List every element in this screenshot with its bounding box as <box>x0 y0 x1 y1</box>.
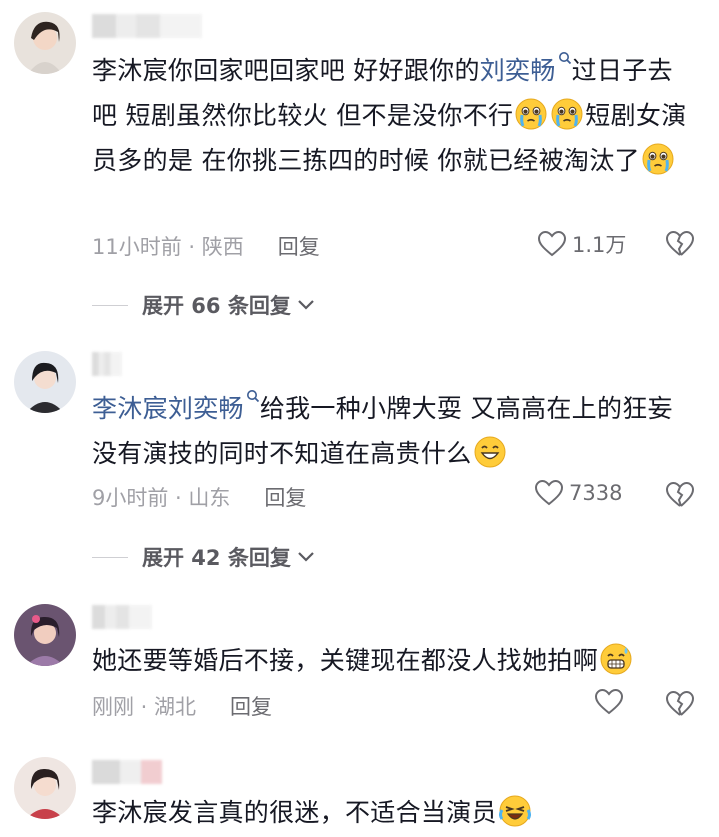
broken-heart-icon[interactable] <box>666 231 694 257</box>
comment-text-segment: 李沐宸发言真的很迷，不适合当演员 <box>92 798 497 827</box>
comment-text: 李沐宸发言真的很迷，不适合当演员 <box>92 790 697 835</box>
expand-replies-button[interactable]: 展开 42 条回复 <box>92 542 315 572</box>
expand-replies-label: 展开 66 条回复 <box>142 294 291 318</box>
comment-text-segment: 她还要等婚后不接，关键现在都没人找她拍啊 <box>92 646 599 675</box>
reply-button[interactable]: 回复 <box>264 486 306 510</box>
broken-heart-icon[interactable] <box>666 482 694 508</box>
divider <box>92 556 128 558</box>
search-icon <box>246 390 259 403</box>
cry-emoji-icon <box>642 143 674 175</box>
heart-outline-icon <box>595 689 623 715</box>
user-mention-link[interactable]: 李沐宸刘奕畅 <box>92 394 244 423</box>
chevron-down-icon <box>298 300 314 310</box>
like-count: 7338 <box>569 481 623 505</box>
timestamp-location: 11小时前 · 陕西 <box>92 235 244 259</box>
search-icon <box>558 52 571 65</box>
broken-heart-icon[interactable] <box>666 691 694 717</box>
like-button[interactable]: 7338 <box>535 480 622 506</box>
user-mention-link[interactable]: 刘奕畅 <box>480 56 556 85</box>
username[interactable] <box>92 760 162 784</box>
like-button[interactable] <box>595 689 623 715</box>
laughcry-emoji-icon <box>498 795 531 827</box>
avatar[interactable] <box>14 12 76 74</box>
comment-text-segment: 李沐宸你回家吧回家吧 好好跟你的 <box>92 56 480 85</box>
avatar[interactable] <box>14 351 76 413</box>
sweat-emoji-icon <box>600 643 632 675</box>
divider <box>92 304 128 306</box>
username[interactable] <box>92 352 122 376</box>
comment-text: 她还要等婚后不接，关键现在都没人找她拍啊 <box>92 638 697 683</box>
username[interactable] <box>92 14 202 38</box>
username[interactable] <box>92 605 152 629</box>
timestamp-location: 刚刚 · 湖北 <box>92 695 197 719</box>
cry-emoji-icon <box>551 98 583 130</box>
like-button[interactable]: 1.1万 <box>538 229 626 259</box>
like-count: 1.1万 <box>572 233 627 257</box>
comment-text: 李沐宸你回家吧回家吧 好好跟你的刘奕畅 过日子去吧 短剧虽然你比较火 但不是没你不… <box>92 48 697 183</box>
avatar[interactable] <box>14 604 76 666</box>
reply-button[interactable]: 回复 <box>278 235 320 259</box>
timestamp-location: 9小时前 · 山东 <box>92 486 231 510</box>
avatar[interactable] <box>14 757 76 819</box>
grin-emoji-icon <box>474 436 506 468</box>
expand-replies-label: 展开 42 条回复 <box>142 546 291 570</box>
comment-text: 李沐宸刘奕畅 给我一种小牌大耍 又高高在上的狂妄 没有演技的同时不知道在高贵什么 <box>92 386 697 476</box>
cry-emoji-icon <box>515 98 547 130</box>
comment-meta: 刚刚 · 湖北 回复 <box>92 691 272 721</box>
expand-replies-button[interactable]: 展开 66 条回复 <box>92 290 315 320</box>
chevron-down-icon <box>298 552 314 562</box>
heart-outline-icon <box>538 231 566 257</box>
reply-button[interactable]: 回复 <box>230 695 272 719</box>
comment-meta: 9小时前 · 山东 回复 <box>92 482 306 512</box>
comment-meta: 11小时前 · 陕西 回复 <box>92 231 320 261</box>
heart-outline-icon <box>535 480 563 506</box>
